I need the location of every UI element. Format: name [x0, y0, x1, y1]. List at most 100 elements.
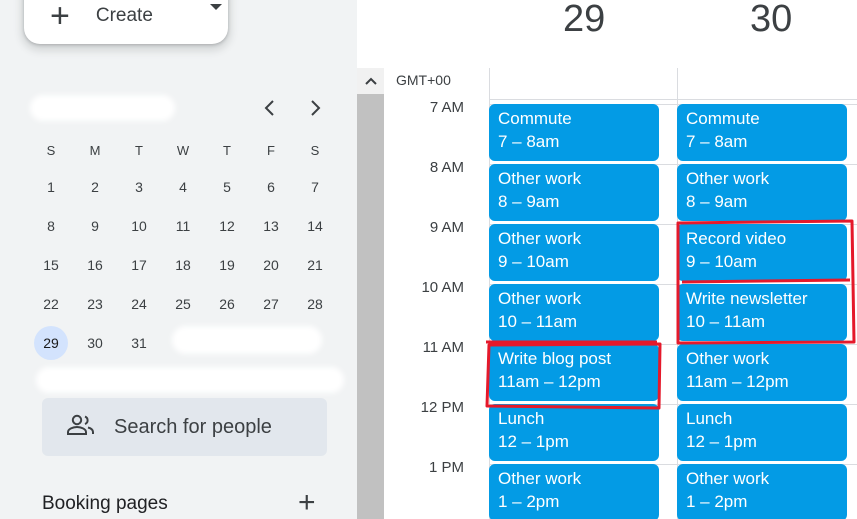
- calendar-event[interactable]: Record video 9 – 10am: [677, 224, 847, 281]
- mini-calendar-day[interactable]: 5: [209, 170, 245, 204]
- timezone-label: GMT+00: [396, 72, 451, 88]
- mini-calendar-day[interactable]: 23: [77, 287, 113, 321]
- mini-calendar-day[interactable]: 22: [33, 287, 69, 321]
- calendar-event[interactable]: Other work 11am – 12pm: [677, 344, 847, 401]
- mini-calendar-day[interactable]: 11: [165, 209, 201, 243]
- mini-calendar-day[interactable]: 10: [121, 209, 157, 243]
- create-button[interactable]: + Create: [24, 0, 228, 44]
- calendar-event[interactable]: Lunch 12 – 1pm: [677, 404, 847, 461]
- scroll-thumb[interactable]: [357, 94, 384, 519]
- event-title: Write blog post: [498, 349, 612, 368]
- calendar-event[interactable]: Other work 8 – 9am: [677, 164, 847, 221]
- calendar-event[interactable]: Commute 7 – 8am: [489, 104, 659, 161]
- mini-calendar-day[interactable]: 30: [77, 326, 113, 360]
- mini-calendar-day[interactable]: 18: [165, 248, 201, 282]
- event-title: Lunch: [498, 409, 545, 428]
- mini-calendar-day[interactable]: 25: [165, 287, 201, 321]
- calendar-grid: 29 30 GMT+00 7 AM 8 AM 9 AM 10 AM 11 AM 12 PM…: [384, 0, 857, 519]
- mini-calendar-day[interactable]: 8: [33, 209, 69, 243]
- mini-calendar-day[interactable]: 17: [121, 248, 157, 282]
- day-of-week-label: F: [267, 143, 275, 158]
- chevron-right-icon[interactable]: [303, 96, 327, 120]
- calendar-event[interactable]: Lunch 12 – 1pm: [489, 404, 659, 461]
- mini-calendar-day[interactable]: 1: [33, 170, 69, 204]
- mini-calendar-day[interactable]: 14: [297, 209, 333, 243]
- mini-calendar-today[interactable]: 29: [34, 326, 68, 360]
- mini-calendar-day[interactable]: 12: [209, 209, 245, 243]
- booking-pages-label: Booking pages: [42, 493, 168, 514]
- event-time: 1 – 2pm: [498, 492, 560, 511]
- event-title: Other work: [686, 349, 770, 368]
- redacted-text: [36, 367, 344, 393]
- mini-calendar-day[interactable]: 28: [297, 287, 333, 321]
- mini-calendar-day[interactable]: 3: [121, 170, 157, 204]
- calendar-event[interactable]: Other work 8 – 9am: [489, 164, 659, 221]
- search-people-placeholder: Search for people: [114, 415, 272, 438]
- event-time: 12 – 1pm: [686, 432, 757, 451]
- time-label: 11 AM: [422, 339, 464, 356]
- mini-calendar-day[interactable]: 19: [209, 248, 245, 282]
- event-time: 10 – 11am: [686, 312, 766, 331]
- time-label: 9 AM: [429, 219, 464, 236]
- mini-calendar-day[interactable]: 16: [77, 248, 113, 282]
- event-time: 8 – 9am: [686, 192, 748, 211]
- mini-calendar-day[interactable]: 31: [121, 326, 157, 360]
- event-time: 11am – 12pm: [498, 372, 601, 391]
- day-of-week-label: S: [46, 143, 56, 158]
- mini-calendar-day[interactable]: 26: [209, 287, 245, 321]
- mini-calendar-day[interactable]: 15: [33, 248, 69, 282]
- mini-calendar-day[interactable]: 20: [253, 248, 289, 282]
- day-number[interactable]: 30: [750, 0, 792, 41]
- calendar-event[interactable]: Write newsletter 10 – 11am: [677, 284, 847, 341]
- sidebar: + Create S M T W T F S 1 2 3 4 5 6 7 8 9 10 11 12 13 14 15 16 1…: [0, 0, 357, 519]
- mini-calendar-day[interactable]: 9: [77, 209, 113, 243]
- calendar-event[interactable]: Other work 1 – 2pm: [677, 464, 847, 519]
- redacted-month-label: [30, 95, 175, 121]
- event-time: 9 – 10am: [498, 252, 569, 271]
- mini-calendar-day[interactable]: 2: [77, 170, 113, 204]
- caret-down-icon: [210, 4, 222, 10]
- mini-calendar-day[interactable]: 13: [253, 209, 289, 243]
- people-icon: [66, 413, 96, 442]
- event-title: Commute: [498, 109, 572, 128]
- event-title: Record video: [686, 229, 787, 248]
- event-title: Lunch: [686, 409, 733, 428]
- day-number[interactable]: 29: [563, 0, 605, 41]
- redacted-text: [172, 326, 322, 354]
- mini-calendar-day[interactable]: 6: [253, 170, 289, 204]
- day-of-week-label: S: [310, 143, 320, 158]
- search-people-field[interactable]: Search for people: [42, 398, 327, 456]
- time-label: 7 AM: [429, 99, 464, 116]
- mini-calendar-day[interactable]: 4: [165, 170, 201, 204]
- event-title: Other work: [498, 229, 582, 248]
- time-label: 8 AM: [429, 159, 464, 176]
- event-time: 7 – 8am: [498, 132, 560, 151]
- event-time: 11am – 12pm: [686, 372, 789, 391]
- event-time: 10 – 11am: [498, 312, 578, 331]
- chevron-up-icon[interactable]: [357, 68, 384, 94]
- event-title: Commute: [686, 109, 760, 128]
- scrollbar[interactable]: [357, 68, 384, 519]
- create-label: Create: [95, 5, 153, 26]
- day-of-week-label: W: [176, 143, 190, 158]
- mini-calendar-day[interactable]: 21: [297, 248, 333, 282]
- calendar-event[interactable]: Write blog post 11am – 12pm: [489, 344, 659, 401]
- calendar-event[interactable]: Commute 7 – 8am: [677, 104, 847, 161]
- all-day-bottom: [489, 99, 857, 100]
- day-of-week-label: T: [223, 143, 231, 158]
- calendar-event[interactable]: Other work 9 – 10am: [489, 224, 659, 281]
- calendar-event[interactable]: Other work 1 – 2pm: [489, 464, 659, 519]
- mini-calendar-day[interactable]: 24: [121, 287, 157, 321]
- event-time: 12 – 1pm: [498, 432, 569, 451]
- plus-icon[interactable]: +: [298, 488, 316, 518]
- calendar-event[interactable]: Other work 10 – 11am: [489, 284, 659, 341]
- event-time: 7 – 8am: [686, 132, 748, 151]
- chevron-left-icon[interactable]: [258, 96, 282, 120]
- mini-calendar-day[interactable]: 7: [297, 170, 333, 204]
- event-time: 9 – 10am: [686, 252, 757, 271]
- day-of-week-label: T: [135, 143, 143, 158]
- day-of-week-label: M: [89, 143, 101, 158]
- mini-calendar-day[interactable]: 27: [253, 287, 289, 321]
- event-time: 1 – 2pm: [686, 492, 748, 511]
- event-title: Other work: [686, 469, 770, 488]
